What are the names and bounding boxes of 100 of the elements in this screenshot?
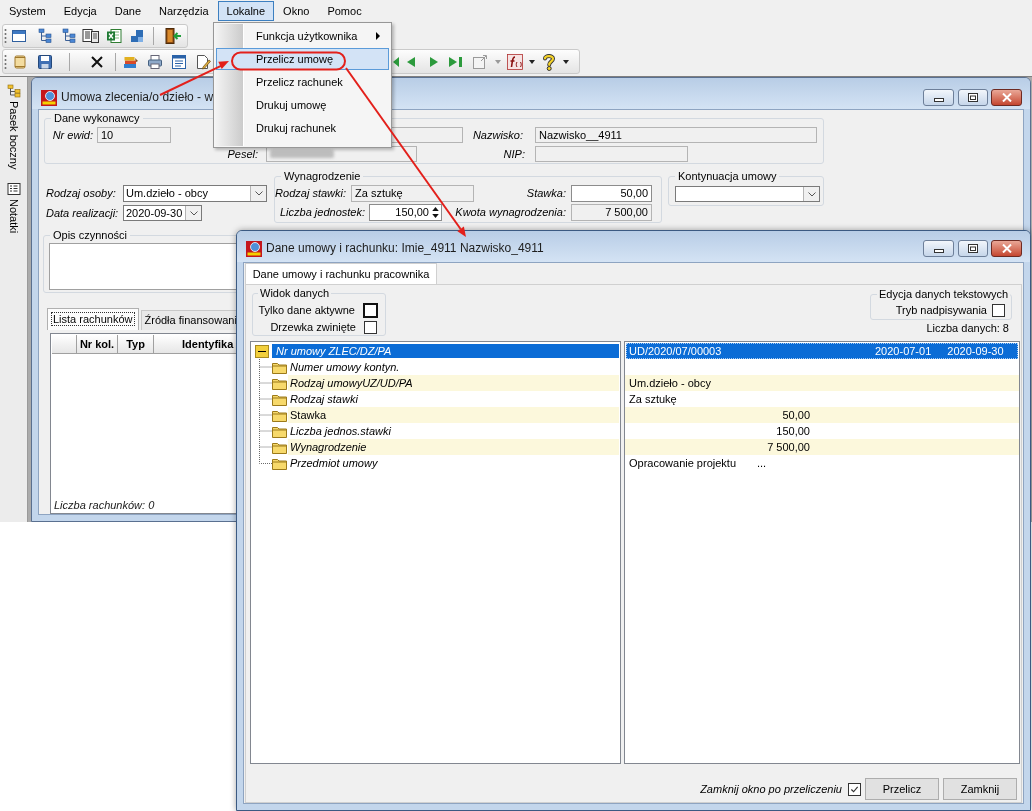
close-button[interactable]: [991, 89, 1022, 106]
previous-icon[interactable]: [405, 55, 417, 68]
value-text: Um.dzieło - obcy: [629, 376, 711, 390]
minimize-button[interactable]: [923, 89, 954, 106]
value-row[interactable]: 50,00: [625, 407, 1019, 423]
spinner-icon[interactable]: [431, 206, 440, 219]
tree-item[interactable]: Nr umowy ZLEC/DZ/PA: [272, 344, 619, 358]
door-arrow-icon[interactable]: [164, 27, 182, 45]
close-button[interactable]: [991, 240, 1022, 257]
option-label: Drzewka zwinięte: [270, 320, 356, 334]
checkbox[interactable]: [848, 782, 861, 796]
tree-item[interactable]: Wynagrodzenie: [288, 439, 619, 455]
value-text: 7 500,00: [767, 440, 810, 454]
chevron-down-icon: [254, 191, 263, 196]
printer-icon[interactable]: [147, 53, 163, 70]
value-row[interactable]: Um.dzieło - obcy: [625, 375, 1019, 391]
date-text: 2020-07-01: [875, 344, 932, 358]
caret-icon[interactable]: [563, 59, 569, 64]
tree-item[interactable]: Liczba jednos.stawki: [288, 423, 619, 439]
dropdown-button[interactable]: [803, 187, 819, 201]
tree-item[interactable]: Przedmiot umowy: [288, 455, 619, 471]
scroll-icon[interactable]: [12, 53, 28, 70]
x-icon[interactable]: [89, 53, 105, 70]
tree-icon[interactable]: [37, 28, 53, 44]
close-icon: [1001, 93, 1012, 102]
edit-document-icon[interactable]: [195, 53, 211, 70]
tree-item[interactable]: Numer umowy kontyn.: [288, 359, 619, 375]
menu-bar-item[interactable]: System: [0, 1, 55, 21]
blocks-icon[interactable]: [129, 28, 145, 44]
dropdown-button[interactable]: [250, 186, 266, 201]
maximize-button[interactable]: [958, 89, 988, 106]
folder-icon: [272, 360, 287, 374]
menu-item[interactable]: Drukuj umowę: [216, 94, 389, 116]
sidebar-tab[interactable]: Notatki: [6, 182, 21, 234]
checkbox[interactable]: [364, 320, 377, 334]
maximize-button[interactable]: [958, 240, 988, 257]
menu-item[interactable]: Drukuj rachunek: [216, 117, 389, 139]
ellipsis-text: ...: [757, 456, 767, 470]
text-field[interactable]: 150,00: [369, 204, 442, 221]
field-label: Rodzaj stawki:: [275, 187, 346, 200]
window-icon[interactable]: [11, 28, 27, 44]
notepad-icon: [6, 182, 21, 197]
folder-icon: [272, 440, 287, 454]
value-row[interactable]: 7 500,00: [625, 439, 1019, 455]
dialog-button[interactable]: Przelicz: [865, 778, 939, 800]
form-icon[interactable]: [171, 53, 187, 70]
save-icon[interactable]: [37, 53, 53, 70]
field-label: NIP:: [503, 147, 525, 161]
dialog-button[interactable]: Zamknij: [943, 778, 1017, 800]
sidebar-tab[interactable]: Pasek boczny: [6, 84, 21, 170]
folder-icon: [272, 376, 287, 390]
menu-bar-item[interactable]: Edycja: [54, 1, 106, 21]
text-field[interactable]: Za sztukę: [351, 185, 474, 202]
field-label: Pesel:: [227, 147, 258, 161]
menu-bar-item[interactable]: Dane: [105, 1, 150, 21]
menu-bar-item[interactable]: Narzędzia: [150, 1, 218, 21]
tree-item[interactable]: Rodzaj umowyUZ/UD/PA: [288, 375, 619, 391]
text-field[interactable]: 50,00: [571, 185, 652, 202]
grip-icon[interactable]: [4, 53, 7, 70]
combo-box[interactable]: 2020-09-30: [123, 205, 202, 221]
tree-icon[interactable]: [61, 28, 77, 44]
tab[interactable]: Dane umowy i rachunku pracownika: [245, 263, 437, 284]
spreadsheet-icon[interactable]: [106, 28, 122, 44]
tab[interactable]: Lista rachunków: [47, 308, 139, 330]
next-icon[interactable]: [428, 55, 440, 68]
text-field[interactable]: 7 500,00: [571, 204, 652, 221]
collapse-icon[interactable]: [255, 344, 269, 358]
field-label: Nr ewid:: [52, 128, 93, 142]
text-area[interactable]: [49, 243, 239, 290]
submenu-arrow-icon: [376, 32, 380, 40]
tree-item[interactable]: Stawka: [288, 407, 619, 423]
checkbox[interactable]: [363, 302, 378, 318]
last-record-icon[interactable]: [448, 55, 464, 68]
group-title: Opis czynności: [52, 229, 128, 242]
menu-item[interactable]: Przelicz umowę: [216, 48, 389, 70]
function-icon[interactable]: [507, 53, 523, 70]
group-title: Kontynuacja umowy: [677, 170, 778, 183]
date-text: 2020-09-30: [947, 344, 1004, 358]
grip-icon[interactable]: [4, 28, 7, 44]
combo-box[interactable]: Um.dzieło - obcy: [123, 185, 267, 202]
menu-bar-item[interactable]: Pomoc: [318, 1, 371, 21]
selected-row[interactable]: UD/2020/07/00003 2020-07-01 2020-09-30: [626, 343, 1018, 359]
checkbox[interactable]: [992, 304, 1005, 317]
text-field[interactable]: [535, 146, 688, 162]
help-icon[interactable]: [541, 52, 557, 71]
field-label: Stawka:: [526, 187, 566, 200]
tree-item[interactable]: Rodzaj stawki: [288, 391, 619, 407]
text-field[interactable]: Nazwisko__4911: [535, 127, 817, 143]
option-label: Tylko dane aktywne: [258, 303, 355, 317]
documents-icon[interactable]: [82, 28, 100, 44]
text-field[interactable]: 10: [97, 127, 171, 143]
menu-item[interactable]: Funkcja użytkownika: [216, 25, 389, 47]
menu-bar-item[interactable]: Okno: [274, 1, 319, 21]
value-text: UD/2020/07/00003: [629, 344, 722, 358]
caret-icon[interactable]: [529, 59, 535, 64]
combo-box[interactable]: [675, 186, 820, 202]
minimize-button[interactable]: [923, 240, 954, 257]
menu-bar-item[interactable]: Lokalne: [217, 1, 275, 21]
dropdown-button[interactable]: [185, 206, 201, 220]
menu-item[interactable]: Przelicz rachunek: [216, 71, 389, 93]
